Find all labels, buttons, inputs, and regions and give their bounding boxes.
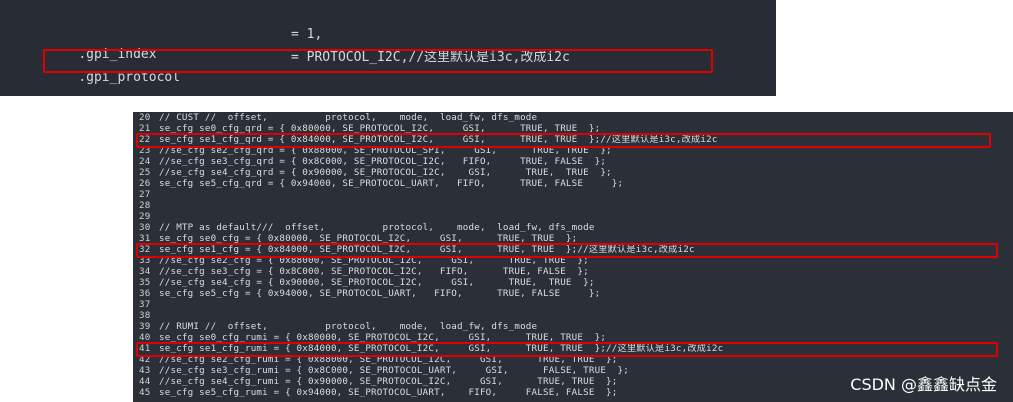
gpi-index-value: = 1, xyxy=(291,27,323,42)
code-text: // CUST // offset, protocol, mode, load_… xyxy=(159,112,538,123)
gpi-protocol-highlight-box xyxy=(43,49,713,73)
code-line: 26 se_cfg se5_cfg_qrd = { 0x94000, SE_PRO… xyxy=(139,178,623,189)
code-line: 36 se_cfg se5_cfg = { 0x94000, SE_PROTOCO… xyxy=(139,288,600,299)
line-41-highlight-box xyxy=(136,342,998,357)
line-number: 45 xyxy=(139,387,151,398)
code-line: 34 //se_cfg se3_cfg = { 0x8C000, SE_PROTO… xyxy=(139,266,589,277)
code-line: 29 xyxy=(139,211,159,222)
code-line: 37 xyxy=(139,299,159,310)
code-line: 20 // CUST // offset, protocol, mode, loa… xyxy=(139,112,537,123)
line-number: 25 xyxy=(139,167,151,178)
code-line: 28 xyxy=(139,200,159,211)
code-line: 24 //se_cfg se3_cfg_qrd = { 0x8C000, SE_P… xyxy=(139,156,606,167)
code-text: se_cfg se5_cfg_qrd = { 0x94000, SE_PROTO… xyxy=(159,178,624,189)
line-number: 20 xyxy=(139,112,151,123)
line-32-highlight-box xyxy=(136,243,998,258)
code-text: se_cfg se5_cfg = { 0x94000, SE_PROTOCOL_… xyxy=(159,288,601,299)
code-line: 25 //se_cfg se4_cfg_qrd = { 0x90000, SE_P… xyxy=(139,167,612,178)
csdn-watermark: CSDN @鑫鑫缺点金 xyxy=(850,375,997,394)
code-text: //se_cfg se3_cfg_qrd = { 0x8C000, SE_PRO… xyxy=(159,156,607,167)
line-number: 30 xyxy=(139,222,151,233)
line-number: 36 xyxy=(139,288,151,299)
code-line: 38 xyxy=(139,310,159,321)
line-number: 27 xyxy=(139,189,151,200)
gpi-index-line: .gpi_index = 1, xyxy=(47,25,322,62)
top-code-panel: .gpi_index = 1, .gpi_protocol = PROTOCOL… xyxy=(0,0,776,96)
code-line: 35 //se_cfg se4_cfg = { 0x90000, SE_PROTO… xyxy=(139,277,595,288)
line-22-highlight-box xyxy=(136,133,991,148)
line-number: 38 xyxy=(139,310,151,321)
line-number: 26 xyxy=(139,178,151,189)
code-line: 30 // MTP as default/// offset, protocol,… xyxy=(139,222,595,233)
line-number: 43 xyxy=(139,365,151,376)
code-line: 39 // RUMI // offset, protocol, mode, loa… xyxy=(139,321,537,332)
code-text: //se_cfg se3_cfg = { 0x8C000, SE_PROTOCO… xyxy=(159,266,589,277)
code-line: 44 //se_cfg se4_cfg_rumi = { 0x90000, SE_… xyxy=(139,376,618,387)
line-number: 28 xyxy=(139,200,151,211)
code-line: 27 xyxy=(139,189,159,200)
code-text: //se_cfg se3_cfg_rumi = { 0x8C000, SE_PR… xyxy=(159,365,629,376)
line-number: 35 xyxy=(139,277,151,288)
line-number: 39 xyxy=(139,321,151,332)
code-editor-panel: 45 se_cfg se5_cfg_rumi = { 0x94000, SE_PR… xyxy=(133,112,1013,402)
code-text: //se_cfg se4_cfg_rumi = { 0x90000, SE_PR… xyxy=(159,376,618,387)
line-number: 24 xyxy=(139,156,151,167)
code-text: se_cfg se5_cfg_rumi = { 0x94000, SE_PROT… xyxy=(159,387,618,398)
code-text: // RUMI // offset, protocol, mode, load_… xyxy=(159,321,538,332)
code-line: 45 se_cfg se5_cfg_rumi = { 0x94000, SE_PR… xyxy=(139,387,618,398)
line-number: 44 xyxy=(139,376,151,387)
code-text: //se_cfg se4_cfg = { 0x90000, SE_PROTOCO… xyxy=(159,277,595,288)
code-text: //se_cfg se4_cfg_qrd = { 0x90000, SE_PRO… xyxy=(159,167,612,178)
line-number: 34 xyxy=(139,266,151,277)
code-line: 43 //se_cfg se3_cfg_rumi = { 0x8C000, SE_… xyxy=(139,365,629,376)
line-number: 37 xyxy=(139,299,151,310)
line-number: 29 xyxy=(139,211,151,222)
code-text: // MTP as default/// offset, protocol, m… xyxy=(159,222,595,233)
